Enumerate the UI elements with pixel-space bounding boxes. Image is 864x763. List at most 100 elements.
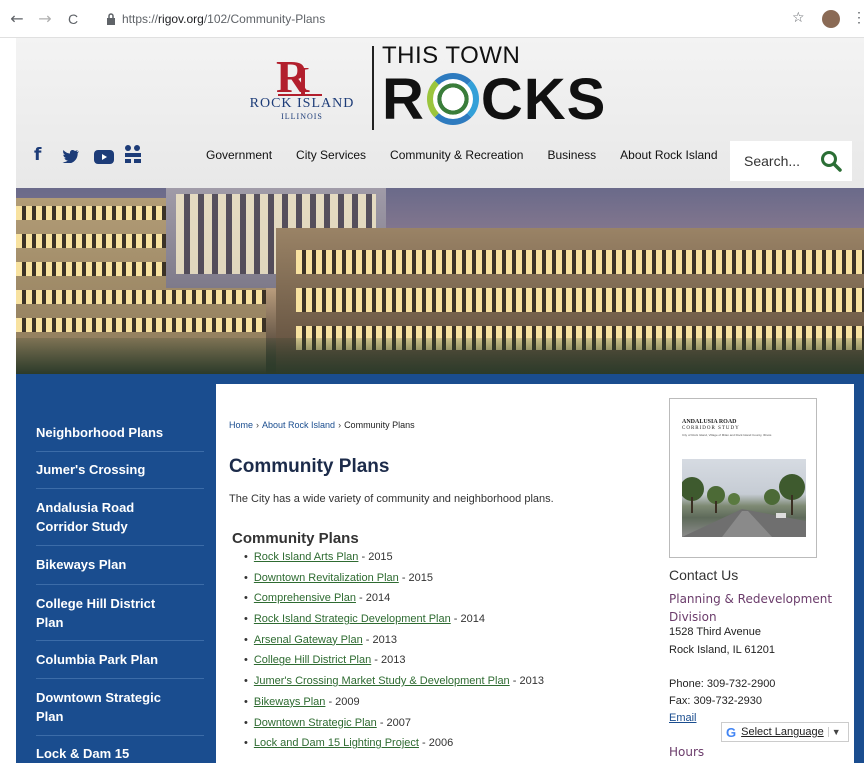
sidebar-divider — [36, 678, 204, 679]
sidebar-divider — [36, 488, 204, 489]
logo-text: ROCK ISLAND — [249, 96, 355, 111]
address-bar[interactable]: https://rigov.org/102/Community-Plans — [106, 8, 806, 30]
list-item: Downtown Strategic Plan - 2007 — [244, 717, 544, 738]
nav-government[interactable]: Government — [206, 148, 272, 162]
sidebar-divider — [36, 735, 204, 736]
url-domain: rigov.org — [158, 12, 204, 26]
plan-year: - 2007 — [376, 716, 412, 729]
sidebar-item-andalusia-road[interactable]: Andalusia Road Corridor Study — [36, 498, 166, 536]
sidebar-item-columbia-park[interactable]: Columbia Park Plan — [36, 650, 186, 669]
plan-year: - 2015 — [358, 551, 393, 563]
sidebar-item-lock-dam-15[interactable]: Lock & Dam 15 — [36, 744, 186, 763]
list-item: Downtown Revitalization Plan - 2015 — [244, 572, 544, 593]
chevron-down-icon: ▼ — [827, 727, 841, 737]
plan-link[interactable]: Downtown Strategic Plan — [254, 717, 377, 729]
plan-year: - 2014 — [450, 613, 485, 626]
plan-link[interactable]: Rock Island Strategic Development Plan — [254, 613, 451, 625]
breadcrumb-separator: › — [338, 420, 342, 430]
sidebar-item-college-hill[interactable]: College Hill District Plan — [36, 594, 176, 632]
plan-year: - 2006 — [418, 737, 454, 750]
email-link[interactable]: Email — [669, 712, 697, 724]
browser-toolbar: ← → C https://rigov.org/102/Community-Pl… — [0, 0, 864, 38]
list-item: Rock Island Strategic Development Plan -… — [244, 613, 544, 634]
dept-link[interactable]: Planning & Redevelopment Division — [669, 590, 859, 626]
section-heading: Community Plans — [232, 530, 359, 547]
plan-link[interactable]: Comprehensive Plan — [254, 592, 356, 604]
corridor-study-document-thumbnail[interactable]: ANDALUSIA ROAD CORRIDOR STUDY City of Ro… — [669, 398, 817, 558]
plan-list: Rock Island Arts Plan - 2015 Downtown Re… — [244, 551, 544, 758]
fax-number: Fax: 309-732-2930 — [669, 695, 762, 707]
site-header: R I ROCK ISLAND ILLINOIS THIS TOWN R CKS … — [16, 38, 864, 188]
phone-number: Phone: 309-732-2900 — [669, 678, 776, 690]
youtube-icon[interactable] — [94, 150, 114, 164]
list-item: Lock and Dam 15 Lighting Project - 2006 — [244, 737, 544, 758]
language-selector[interactable]: G Select Language ▼ — [721, 722, 849, 742]
list-item: Rock Island Arts Plan - 2015 — [244, 551, 544, 572]
nav-city-services[interactable]: City Services — [296, 148, 366, 162]
sidebar-item-bikeways-plan[interactable]: Bikeways Plan — [36, 555, 186, 574]
list-item: College Hill District Plan - 2013 — [244, 654, 544, 675]
sidebar-divider — [36, 451, 204, 452]
breadcrumb: Home › About Rock Island › Community Plans — [229, 420, 415, 430]
sidebar-item-neighborhood-plans[interactable]: Neighborhood Plans — [36, 423, 186, 442]
main-nav: Government City Services Community & Rec… — [206, 148, 742, 162]
plan-link[interactable]: Rock Island Arts Plan — [254, 551, 359, 563]
back-icon[interactable]: ← — [6, 8, 28, 30]
plan-year: - 2013 — [362, 633, 397, 646]
nav-about-rock-island[interactable]: About Rock Island — [620, 148, 717, 162]
search-input[interactable] — [744, 153, 814, 169]
plan-year: - 2013 — [371, 654, 406, 667]
plan-link[interactable]: Bikeways Plan — [254, 696, 326, 708]
plan-link[interactable]: Lock and Dam 15 Lighting Project — [254, 737, 419, 749]
doc-subtitle: CORRIDOR STUDY — [682, 426, 740, 431]
sidebar-divider — [36, 584, 204, 585]
doc-title: ANDALUSIA ROAD — [682, 419, 737, 425]
nextdoor-icon[interactable] — [124, 144, 142, 164]
plan-link[interactable]: Downtown Revitalization Plan — [254, 572, 399, 584]
sidebar-item-downtown-strategic[interactable]: Downtown Strategic Plan — [36, 688, 176, 726]
google-g-icon: G — [726, 724, 737, 740]
tagline-rest: CKS — [480, 67, 607, 132]
address-line-2: Rock Island, IL 61201 — [669, 644, 775, 656]
contact-heading: Contact Us — [669, 567, 739, 583]
plan-link[interactable]: College Hill District Plan — [254, 654, 371, 666]
twitter-icon[interactable] — [62, 149, 80, 163]
language-selector-label: Select Language — [741, 726, 824, 738]
search-icon[interactable] — [820, 150, 842, 172]
rock-island-logo-icon[interactable]: R I — [274, 50, 326, 100]
profile-avatar[interactable] — [822, 10, 840, 28]
address-line-1: 1528 Third Avenue — [669, 626, 761, 638]
intro-text: The City has a wide variety of community… — [229, 493, 554, 505]
logo-subtext: ILLINOIS — [281, 112, 323, 121]
bookmark-star-icon[interactable]: ☆ — [792, 10, 805, 26]
breadcrumb-separator: › — [256, 420, 260, 430]
nav-business[interactable]: Business — [547, 148, 596, 162]
facebook-icon[interactable]: f — [34, 145, 41, 165]
sidebar-item-jumers-crossing[interactable]: Jumer's Crossing — [36, 460, 186, 479]
tagline-rocks: R CKS — [382, 66, 606, 133]
plan-year: - 2013 — [509, 675, 544, 688]
sidebar-divider — [36, 545, 204, 546]
plan-year: - 2014 — [355, 592, 391, 605]
doc-caption: City of Rock Island, Village of Milan an… — [682, 433, 772, 437]
list-item: Jumer's Crossing Market Study & Developm… — [244, 675, 544, 696]
doc-cover-photo — [682, 459, 806, 537]
plan-link[interactable]: Jumer's Crossing Market Study & Developm… — [254, 675, 510, 687]
page-title: Community Plans — [229, 456, 390, 477]
hero-banner-image — [16, 188, 864, 374]
plan-link[interactable]: Arsenal Gateway Plan — [254, 634, 363, 646]
breadcrumb-home[interactable]: Home — [229, 420, 253, 430]
tagline-o-emblem-icon — [426, 73, 479, 125]
list-item: Arsenal Gateway Plan - 2013 — [244, 634, 544, 655]
reload-icon[interactable]: C — [62, 8, 84, 30]
nav-community-recreation[interactable]: Community & Recreation — [390, 148, 523, 162]
breadcrumb-about[interactable]: About Rock Island — [262, 420, 335, 430]
forward-icon[interactable]: → — [34, 8, 56, 30]
browser-menu-icon[interactable]: ⋮ — [852, 9, 864, 26]
breadcrumb-current: Community Plans — [344, 420, 415, 430]
list-item: Comprehensive Plan - 2014 — [244, 592, 544, 613]
list-item: Bikeways Plan - 2009 — [244, 696, 544, 717]
search-box — [730, 141, 852, 181]
sidebar-divider — [36, 640, 204, 641]
lock-icon — [107, 13, 115, 25]
